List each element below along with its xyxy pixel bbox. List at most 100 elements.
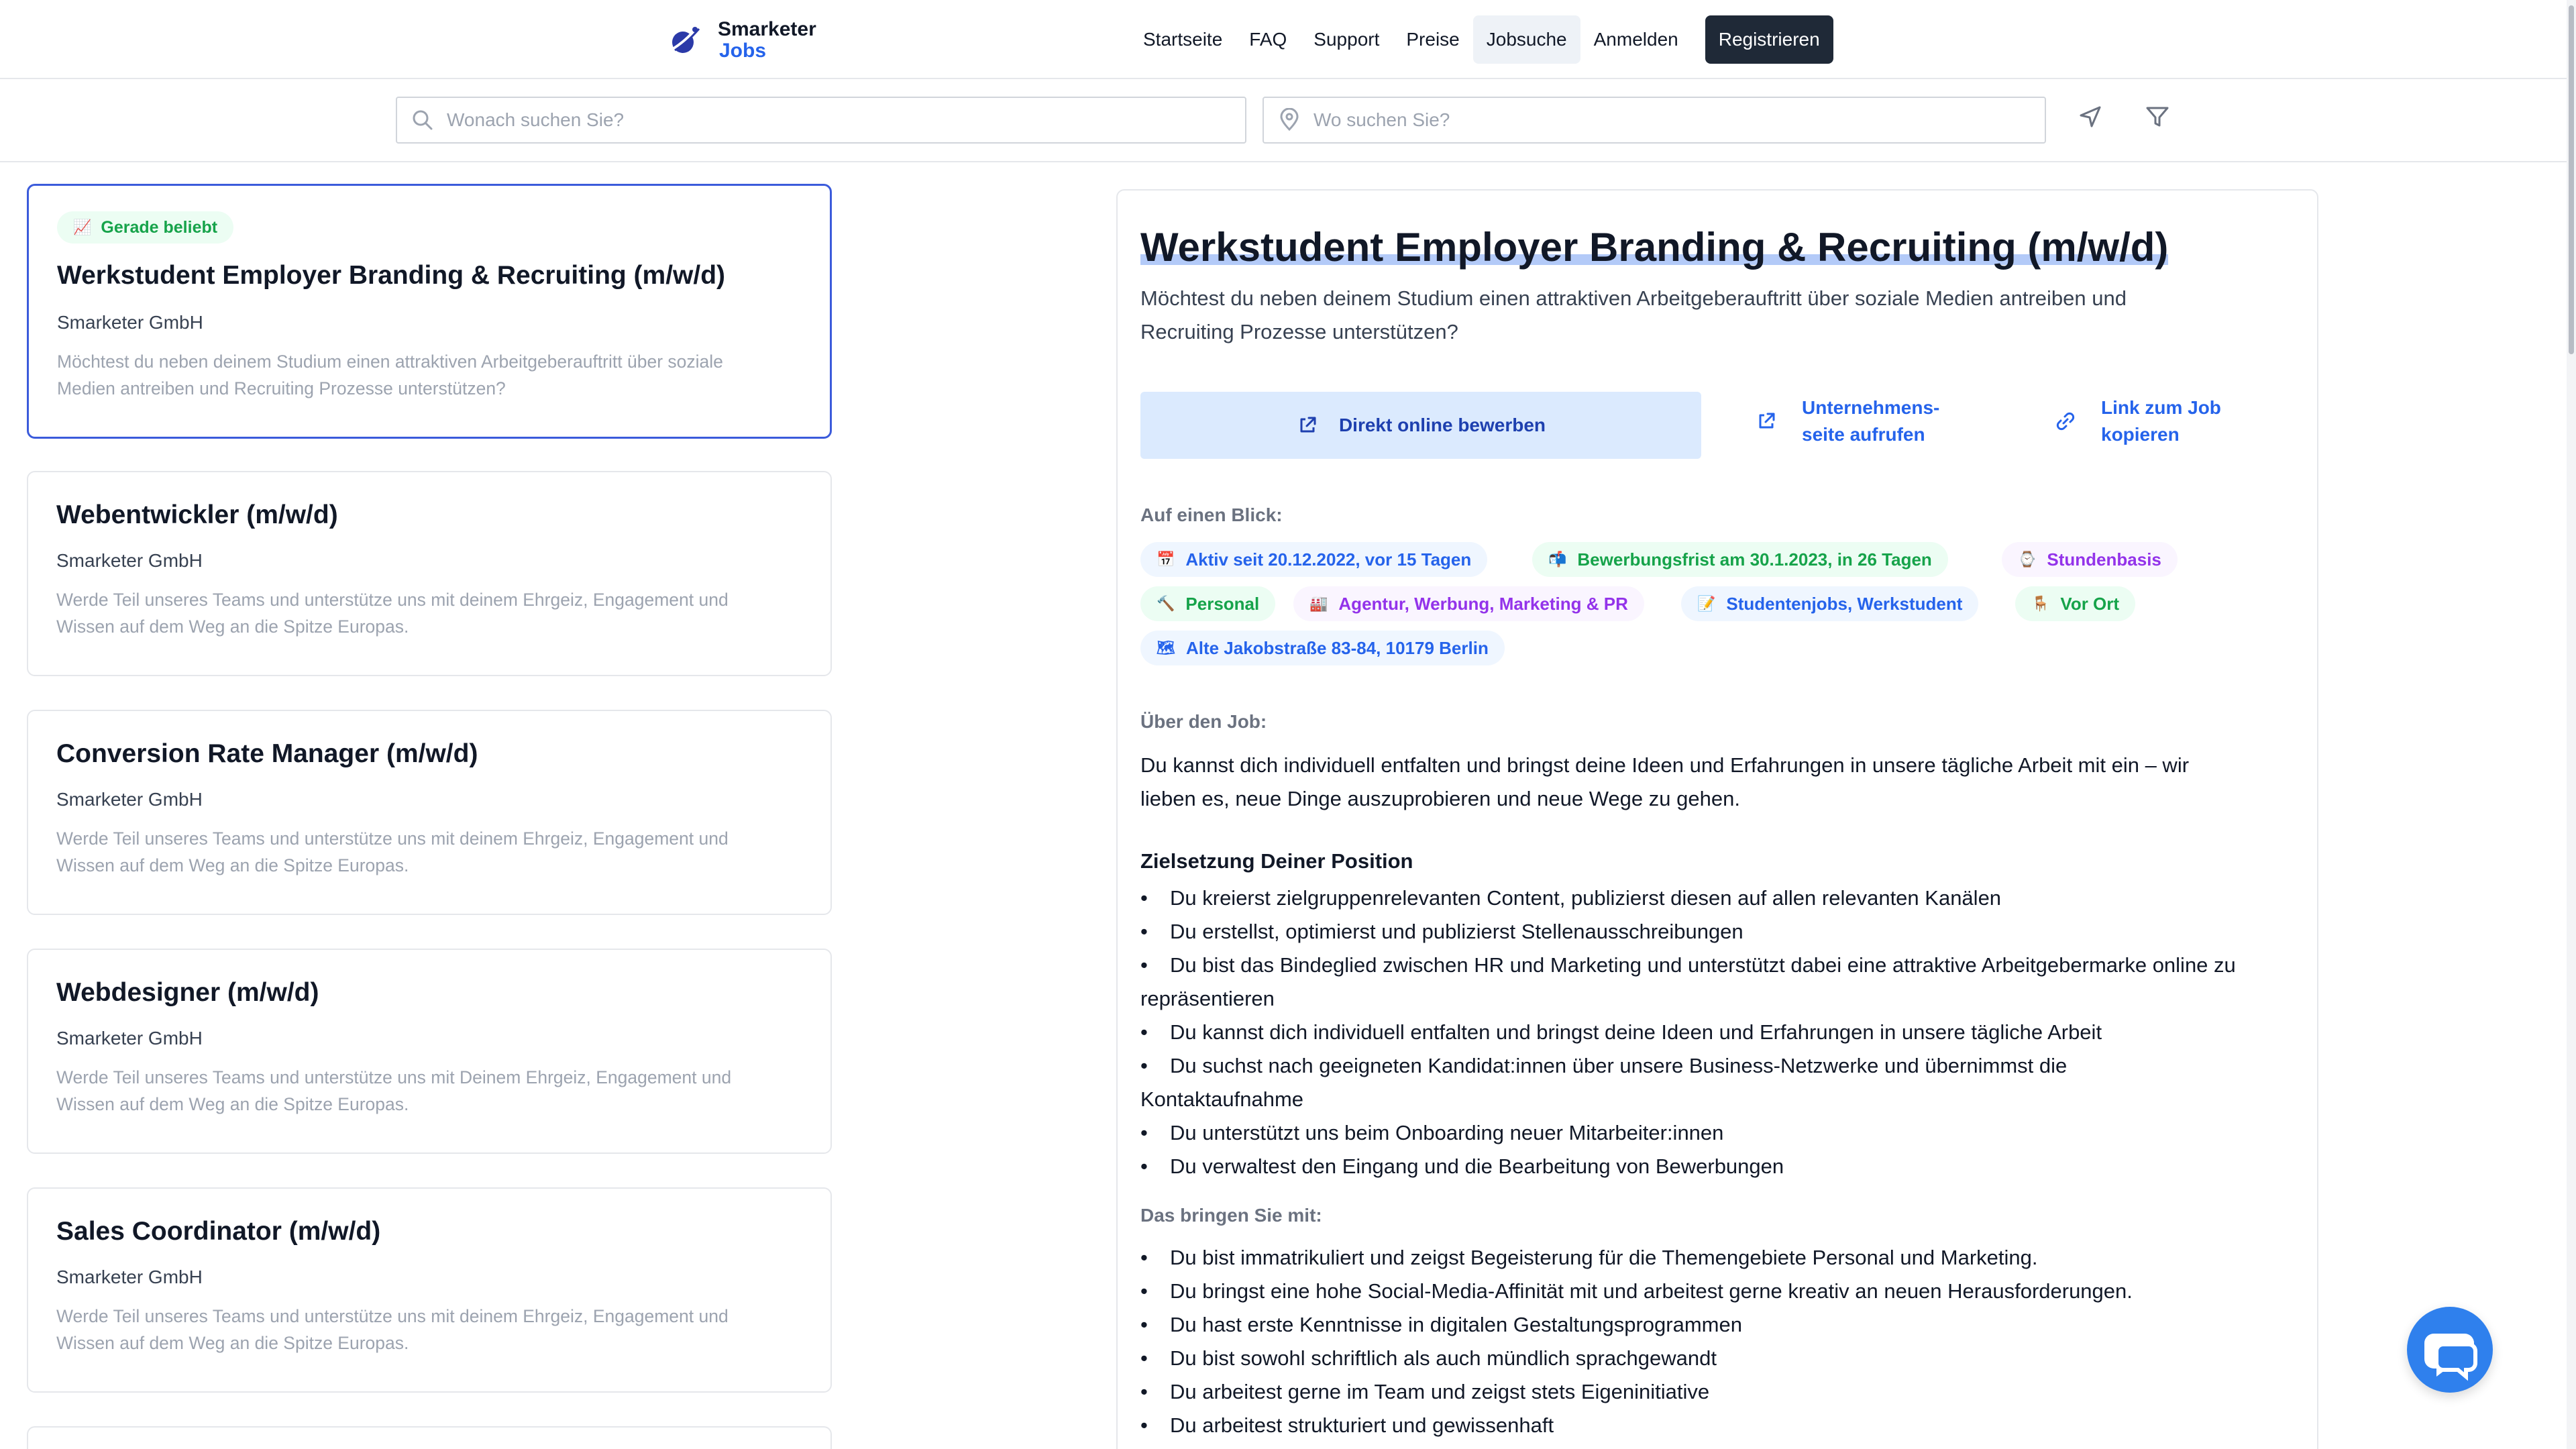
list-item: Du bist sowohl schriftlich als auch münd… [1140,1342,2301,1375]
job-desc-line: Wissen auf dem Weg an die Spitze Europas… [56,1333,409,1353]
job-desc-line: Möchtest du neben deinem Studium einen a… [57,352,723,372]
list-item: Du unterstützt uns beim Onboarding neuer… [1140,1116,2301,1150]
apply-label: Direkt online bewerben [1338,415,1546,435]
popular-badge: 📈 Gerade beliebt [57,211,234,244]
nav-preise[interactable]: Preise [1393,15,1472,64]
tag-department: 🔨 Personal [1140,586,1276,621]
nav-support[interactable]: Support [1300,15,1393,64]
glance-label: Auf einen Blick: [1140,504,1283,525]
copy-link-label: Link zum Job [2101,397,2221,418]
job-desc-line: Werde Teil unseres Teams und unterstütze… [56,1306,729,1326]
what-search-box[interactable] [396,97,1246,144]
search-icon [413,110,433,130]
nav-startseite[interactable]: Startseite [1130,15,1236,64]
goals-list: Du kreierst zielgruppenrelevanten Conten… [1140,881,2301,1183]
location-pin-icon [1280,108,1299,131]
list-item: Du bist das Bindeglied zwischen HR und M… [1140,949,2301,982]
copy-link-button[interactable]: Link zum Job kopieren [2054,394,2221,448]
job-desc-line: Wissen auf dem Weg an die Spitze Europas… [56,855,409,875]
tag-label: Alte Jakobstraße 83-84, 10179 Berlin [1185,638,1489,658]
smarketer-logo-icon [668,23,702,57]
memo-icon: 📝 [1697,595,1716,612]
nav-faq[interactable]: FAQ [1236,15,1300,64]
tag-active-since: 📅 Aktiv seit 20.12.2022, vor 15 Tagen [1140,542,1488,577]
job-title: Webentwickler (m/w/d) [56,500,338,529]
job-desc-line: Wissen auf dem Weg an die Spitze Europas… [56,616,409,637]
detail-title-text: Werkstudent Employer Branding & Recruiti… [1140,225,2169,270]
about-text: Du kannst dich individuell entfalten und… [1140,749,2301,816]
list-item: Du erstellst, optimierst und publizierst… [1140,915,2301,949]
factory-icon: 🏭 [1309,595,1328,612]
where-search-box[interactable] [1263,97,2046,144]
chart-up-icon: 📈 [73,219,92,235]
job-card[interactable]: Sales Coordinator (m/w/d) Smarketer GmbH… [27,1187,832,1393]
external-link-icon [1300,417,1316,433]
what-search-input[interactable] [447,98,1245,142]
external-link-icon [1759,413,1775,429]
copy-link-label: kopieren [2101,424,2180,445]
job-desc-line: Werde Teil unseres Teams und unterstütze… [56,1067,732,1087]
watch-icon: ⌚ [2018,551,2037,568]
chat-bubble-icon [2424,1334,2477,1381]
chair-icon: 🪑 [2031,595,2050,612]
about-label: Über den Job: [1140,711,1267,732]
badge-label: Gerade beliebt [101,217,218,237]
job-card-selected[interactable]: 📈 Gerade beliebt Werkstudent Employer Br… [27,184,832,439]
nav-jobsuche[interactable]: Jobsuche [1472,15,1580,64]
logo[interactable]: Smarketer Jobs [668,17,816,63]
locate-me-icon[interactable] [2077,103,2104,130]
brand-name: Smarketer [718,18,816,40]
job-card[interactable]: Webdesigner (m/w/d) Smarketer GmbH Werde… [27,949,832,1154]
list-item: Du hast erste Kenntnisse in digitalen Ge… [1140,1308,2301,1342]
search-bar [0,80,2567,162]
tag-label: Studentenjobs, Werkstudent [1726,594,1963,614]
list-item: Du suchst nach geeigneten Kandidat:innen… [1140,1049,2301,1083]
job-description: Werde Teil unseres Teams und unterstütze… [56,825,802,879]
register-button[interactable]: Registrieren [1705,15,1833,64]
job-card[interactable]: Conversion Rate Manager (m/w/d) Smarkete… [27,710,832,915]
detail-subtitle: Möchtest du neben deinem Studium einen a… [1140,282,2281,349]
tag-job-type: 📝 Studentenjobs, Werkstudent [1681,586,1979,621]
list-item-continuation: repräsentieren [1140,987,1275,1010]
job-title: Sales Coordinator (m/w/d) [56,1217,381,1246]
list-item: Du kreierst zielgruppenrelevanten Conten… [1140,881,2301,915]
job-card[interactable]: Webentwickler (m/w/d) Smarketer GmbH Wer… [27,471,832,676]
job-company: Smarketer GmbH [56,550,203,571]
tag-onsite: 🪑 Vor Ort [2015,586,2136,621]
link-icon [2056,412,2075,431]
about-line: lieben es, neue Dinge auszuprobieren und… [1140,787,1740,810]
list-item: Du arbeitest gerne im Team und zeigst st… [1140,1375,2301,1409]
company-page-link[interactable]: Unternehmens- seite aufrufen [1755,394,1939,448]
list-item: Du arbeitest strukturiert und gewissenha… [1140,1409,2301,1442]
map-icon: 🗺 [1157,639,1175,656]
list-item: Du verwaltest den Eingang und die Bearbe… [1140,1150,2301,1183]
list-item-text: Du bist das Bindeglied zwischen HR und M… [1170,953,2236,977]
subtitle-line: Möchtest du neben deinem Studium einen a… [1140,286,2127,310]
tag-label: Bewerbungsfrist am 30.1.2023, in 26 Tage… [1577,549,1932,570]
apply-online-button[interactable]: Direkt online bewerben [1140,392,1701,459]
job-title: Webdesigner (m/w/d) [56,978,319,1007]
company-link-label: Unternehmens- [1802,397,1940,418]
requirements-label: Das bringen Sie mit: [1140,1205,1322,1226]
chat-button[interactable] [2407,1307,2493,1393]
job-detail-panel: Werkstudent Employer Branding & Recruiti… [1116,189,2318,1449]
filter-icon[interactable] [2144,103,2171,130]
tag-address: 🗺 Alte Jakobstraße 83-84, 10179 Berlin [1140,631,1505,665]
list-item: Du kannst dich individuell entfalten und… [1140,1016,2301,1049]
top-navbar: Smarketer Jobs Startseite FAQ Support Pr… [0,0,2567,79]
brand-sub: Jobs [719,40,767,62]
job-card-partial[interactable] [27,1426,832,1449]
page-scrollbar[interactable] [2567,0,2576,1449]
job-company: Smarketer GmbH [57,312,203,333]
main-nav: Startseite FAQ Support Preise Jobsuche A… [1130,15,1833,64]
where-search-input[interactable] [1313,98,2045,142]
goals-heading: Zielsetzung Deiner Position [1140,849,1413,873]
nav-anmelden[interactable]: Anmelden [1580,15,1692,64]
list-item: Du bist immatrikuliert und zeigst Begeis… [1140,1241,2301,1275]
scrollbar-thumb[interactable] [2569,5,2574,354]
mailbox-icon: 📬 [1548,551,1567,568]
subtitle-line: Recruiting Prozesse unterstützen? [1140,320,1458,343]
job-description: Werde Teil unseres Teams und unterstütze… [56,586,802,640]
tag-deadline: 📬 Bewerbungsfrist am 30.1.2023, in 26 Ta… [1532,542,1948,577]
tag-label: Vor Ort [2060,594,2120,614]
